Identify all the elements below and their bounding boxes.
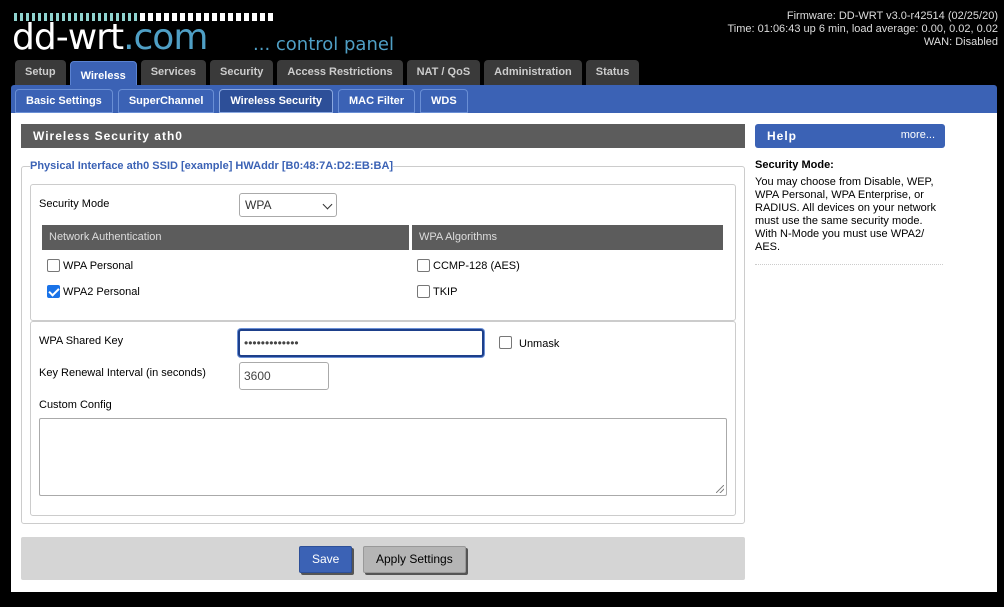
tab-setup[interactable]: Setup (15, 60, 66, 85)
tab-administration[interactable]: Administration (484, 60, 582, 85)
tab-nat-qos[interactable]: NAT / QoS (406, 60, 481, 85)
button-bar: Save Apply Settings (21, 537, 745, 580)
logo-suffix: .com (123, 17, 208, 58)
subtab-wireless-security[interactable]: Wireless Security (219, 89, 334, 113)
security-mode-value: WPA (245, 198, 272, 212)
network-auth-header: Network Authentication (42, 225, 409, 250)
subtab-basic-settings[interactable]: Basic Settings (15, 89, 113, 113)
sub-tabs: Basic Settings SuperChannel Wireless Secur… (15, 89, 468, 113)
subtab-superchannel[interactable]: SuperChannel (117, 89, 215, 113)
wan-status: WAN: Disabled (923, 36, 998, 48)
chevron-down-icon (322, 199, 333, 210)
key-settings-box: WPA Shared Key ••••••••••••• Unmask Key … (30, 321, 736, 516)
tkip-label: TKIP (433, 286, 458, 298)
firmware-version: Firmware: DD-WRT v3.0-r42514 (02/25/20) (786, 10, 998, 22)
control-panel-tagline: ... control panel (253, 34, 394, 55)
shared-key-input[interactable]: ••••••••••••• (238, 329, 484, 357)
logo-main: dd-wrt (12, 17, 124, 58)
help-more-link[interactable]: more... (901, 129, 935, 141)
content-panel: Wireless Security ath0 Physical Interfac… (11, 113, 997, 592)
uptime: Time: 01:06:43 up 6 min, load average: 0… (727, 23, 999, 35)
tkip-checkbox[interactable] (417, 285, 430, 298)
tab-security[interactable]: Security (209, 60, 274, 85)
help-title: Help (767, 129, 798, 143)
key-renewal-label: Key Renewal Interval (in seconds) (39, 367, 206, 379)
help-divider (755, 264, 943, 265)
custom-config-label: Custom Config (39, 399, 112, 411)
section-title: Wireless Security ath0 (21, 124, 745, 148)
security-mode-select[interactable]: WPA (239, 193, 337, 217)
security-mode-box: Security Mode WPA Network Authentication… (30, 184, 736, 321)
wpa2-personal-checkbox[interactable] (47, 285, 60, 298)
wpa-algorithms-header: WPA Algorithms (412, 225, 723, 250)
tab-services[interactable]: Services (140, 60, 206, 85)
subtab-mac-filter[interactable]: MAC Filter (338, 89, 416, 113)
apply-settings-button[interactable]: Apply Settings (363, 546, 466, 573)
shared-key-label: WPA Shared Key (39, 335, 124, 347)
wpa2-personal-label: WPA2 Personal (63, 286, 140, 298)
ccmp-aes-label: CCMP-128 (AES) (433, 260, 520, 272)
key-renewal-input[interactable]: 3600 (239, 362, 329, 390)
security-mode-label: Security Mode (39, 198, 110, 210)
custom-config-textarea[interactable] (39, 418, 727, 496)
ccmp-aes-checkbox[interactable] (417, 259, 430, 272)
subtab-wds[interactable]: WDS (420, 89, 468, 113)
interface-legend: Physical Interface ath0 SSID [example] H… (30, 160, 394, 172)
wpa-personal-checkbox[interactable] (47, 259, 60, 272)
logo: dd-wrt.com (12, 16, 208, 60)
interface-fieldset: Physical Interface ath0 SSID [example] H… (21, 160, 745, 524)
resize-grip-icon[interactable] (716, 485, 724, 493)
unmask-label: Unmask (519, 338, 560, 350)
firmware-info: Firmware: DD-WRT v3.0-r42514 (02/25/20) … (728, 10, 999, 49)
help-body: You may choose from Disable, WEP, WPA Pe… (755, 176, 936, 253)
tab-status[interactable]: Status (585, 60, 640, 85)
wpa-personal-label: WPA Personal (63, 260, 134, 272)
save-button[interactable]: Save (299, 546, 353, 573)
help-heading: Security Mode: (755, 159, 834, 171)
tab-access-restrictions[interactable]: Access Restrictions (277, 60, 403, 85)
unmask-checkbox[interactable] (499, 336, 512, 349)
help-header: Help more... (755, 124, 945, 148)
